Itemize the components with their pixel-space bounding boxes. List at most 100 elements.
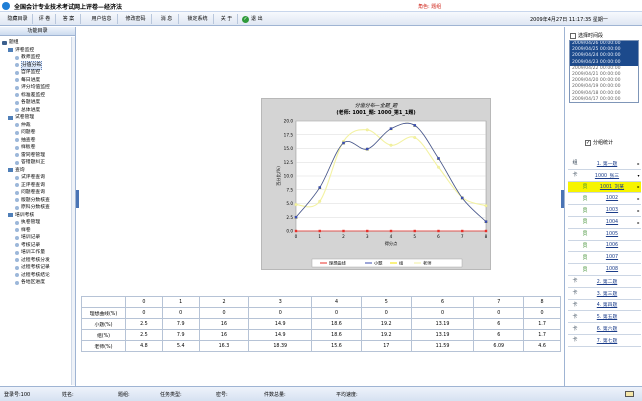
tree-folder[interactable]: 评卷监控 (2, 47, 68, 55)
tree-scrollbar[interactable] (71, 37, 75, 385)
grade-button[interactable]: 评 卷 (34, 14, 56, 24)
question-label[interactable]: 5. 第五题 (578, 313, 636, 320)
exit-button[interactable]: ✓ 退 出 (242, 14, 272, 24)
tree-item[interactable]: 每日进度 (2, 77, 68, 85)
question-item[interactable]: 卡 2. 第二题 (568, 276, 641, 288)
tree-item[interactable]: 培训工作量 (2, 249, 68, 257)
question-label[interactable]: 2. 第二题 (578, 278, 636, 285)
tree-folder[interactable]: 试卷管理 (2, 114, 68, 122)
expand-arrow-icon[interactable]: ▸ (636, 161, 641, 166)
teacher-item[interactable]: 员 1007 (568, 252, 641, 265)
tree-item[interactable]: 抽查卷 (2, 137, 68, 145)
tree-item[interactable]: 问题卷查询 (2, 189, 68, 197)
lock-system-button[interactable]: 锁定系统 (182, 14, 214, 24)
question-label[interactable]: 1003 (588, 208, 636, 213)
question-label[interactable]: 4. 第四题 (578, 301, 636, 308)
time-range-checkbox-box[interactable] (570, 32, 576, 39)
group-stat-checkbox[interactable]: ✓ 分组统计 (585, 139, 613, 146)
messages-button[interactable]: 消 息 (155, 14, 179, 24)
tree-item[interactable]: 各题进度 (2, 99, 68, 107)
tree-item[interactable]: 样卷 (2, 227, 68, 235)
question-item[interactable]: 组 1. 第一题 ▸ (568, 158, 641, 170)
tree-item[interactable]: 分值分布 (2, 60, 68, 70)
change-password-button[interactable]: 修改密码 (120, 14, 152, 24)
question-label[interactable]: 1008 (588, 267, 636, 272)
teacher-item[interactable]: 员 1003 ▸ (568, 205, 641, 217)
tree-item[interactable]: 总体进度 (2, 107, 68, 115)
question-label[interactable]: 1001_刘某 (588, 183, 636, 190)
table-cell: 6.09 (473, 340, 525, 352)
question-item[interactable]: 卡 1000_张三 ▾ (568, 170, 641, 182)
tree-item[interactable]: 培训记录 (2, 234, 68, 242)
tree-item[interactable]: 过程考核记录 (2, 264, 68, 272)
date-list-item[interactable]: 2009/04/17 00:00:00 (570, 97, 638, 102)
teacher-item[interactable]: 员 1008 (568, 264, 641, 276)
question-item[interactable]: 卡 5. 第五题 (568, 311, 641, 324)
question-label[interactable]: 1002 (588, 196, 636, 201)
question-label[interactable]: 1. 第一题 (578, 160, 636, 167)
data-point (437, 229, 440, 233)
question-label[interactable]: 1007 (588, 255, 636, 260)
tree-item[interactable]: 样板卷 (2, 144, 68, 152)
data-point (413, 124, 417, 127)
question-item[interactable]: 卡 4. 第四题 (568, 300, 641, 312)
page-icon (15, 205, 19, 210)
question-label[interactable]: 7. 第七题 (578, 337, 636, 344)
teacher-item[interactable]: 员 1005 (568, 229, 641, 241)
expand-arrow-icon[interactable]: ▸ (636, 208, 641, 213)
question-label[interactable]: 1005 (588, 232, 636, 237)
tree-item[interactable]: 评分均值监控 (2, 84, 68, 92)
tree-item[interactable]: 过程考核分发 (2, 257, 68, 265)
tree-folder[interactable]: 题组 (2, 39, 68, 47)
tree-item[interactable]: 版题分数核查 (2, 197, 68, 205)
question-item[interactable]: 卡 7. 第七题 (568, 335, 641, 347)
x-tick-label: 1 (318, 234, 321, 239)
tree-item[interactable]: 答错题纠正 (2, 159, 68, 167)
tree-folder[interactable]: 查询 (2, 167, 68, 175)
tree-folder[interactable]: 培训考核 (2, 212, 68, 220)
tree-item[interactable]: 仲裁 (2, 122, 68, 130)
question-label[interactable]: 1006 (588, 243, 636, 248)
mail-icon[interactable] (625, 391, 634, 397)
tree-item[interactable]: 各地区进度 (2, 279, 68, 287)
about-button[interactable]: 关 于 (216, 14, 238, 24)
table-cell: 19.2 (360, 329, 412, 341)
date-list[interactable]: 2009/04/26 00:00:00 2009/04/25 00:00:00 20… (569, 40, 639, 103)
expand-arrow-icon[interactable]: ▸ (636, 196, 641, 201)
hide-menu-button[interactable]: 隐藏目录 (3, 14, 33, 24)
status-login: 登录号:100 (4, 392, 31, 398)
tree-item-label: 各题进度 (21, 100, 41, 105)
page-icon (15, 55, 19, 60)
page-icon (15, 250, 19, 255)
group-stat-checkbox-box[interactable]: ✓ (585, 139, 591, 146)
table-cell: 16 (198, 318, 250, 330)
tree-item-label: 各地区进度 (21, 280, 45, 285)
tree-item[interactable]: 过程考核结论 (2, 272, 68, 280)
tree-item[interactable]: 标准差监控 (2, 92, 68, 100)
tree-item[interactable]: 考核记录 (2, 242, 68, 250)
teacher-item[interactable]: 员 1002 ▸ (568, 193, 641, 206)
tree-item[interactable]: 原科分数核查 (2, 204, 68, 212)
teacher-item[interactable]: 员 1004 ▸ (568, 217, 641, 229)
question-label[interactable]: 6. 第六题 (578, 325, 636, 332)
tree-item[interactable]: 正评卷查询 (2, 182, 68, 190)
question-label[interactable]: 1004 (588, 220, 636, 225)
question-item[interactable]: 卡 3. 第三题 (568, 288, 641, 300)
tree-item[interactable]: 自评监控 (2, 69, 68, 77)
question-label[interactable]: 1000_张三 (578, 172, 636, 179)
question-item[interactable]: 卡 6. 第六题 (568, 323, 641, 335)
tree-item[interactable]: 雷同卷管理 (2, 152, 68, 160)
expand-arrow-icon[interactable]: ▸ (636, 184, 641, 189)
question-label[interactable]: 3. 第三题 (578, 290, 636, 297)
answer-button[interactable]: 答 案 (57, 14, 81, 24)
teacher-item[interactable]: 员 1001_刘某 ▸ (568, 181, 641, 194)
table-cell: 18.6 (311, 318, 362, 330)
user-info-button[interactable]: 用户信息 (86, 14, 118, 24)
tree-item[interactable]: 问题卷 (2, 129, 68, 137)
tree-item[interactable]: 执卷管理 (2, 219, 68, 227)
expand-arrow-icon[interactable]: ▸ (636, 220, 641, 225)
teacher-item[interactable]: 员 1006 (568, 241, 641, 253)
time-range-checkbox[interactable]: 选择时间段 (570, 32, 603, 39)
tree-item[interactable]: 试评卷查询 (2, 174, 68, 182)
expand-arrow-icon[interactable]: ▾ (636, 173, 641, 178)
